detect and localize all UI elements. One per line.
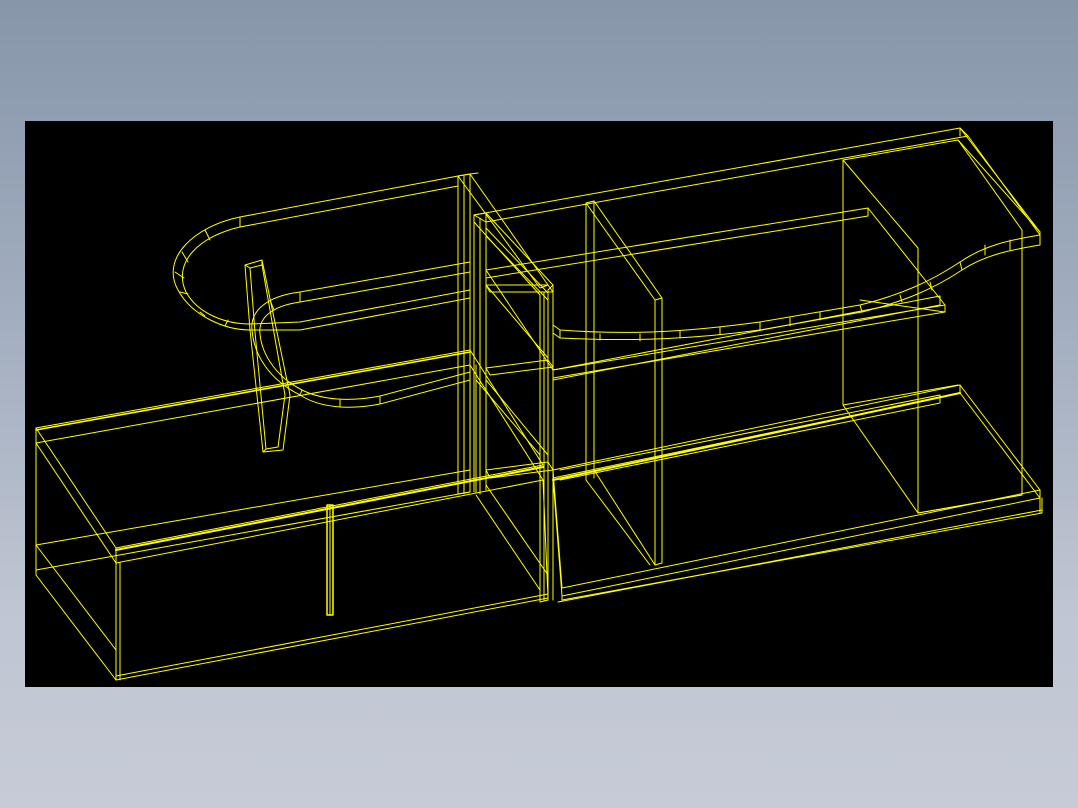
- right-base-cabinet: [552, 295, 1043, 603]
- right-end-panel: [842, 139, 1041, 514]
- wireframe-drawing: [35, 127, 1043, 681]
- left-base-cabinet: [35, 349, 549, 681]
- cad-viewport[interactable]: [25, 121, 1053, 687]
- center-tall-column: [457, 172, 554, 603]
- left-support-leg: [244, 259, 291, 453]
